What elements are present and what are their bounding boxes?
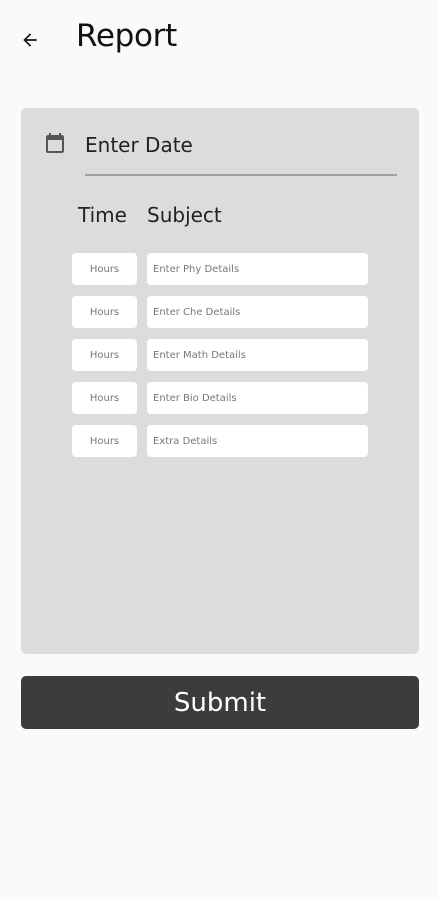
biology-details-input[interactable] [147, 382, 368, 414]
date-input[interactable] [85, 122, 397, 176]
chemistry-details-input[interactable] [147, 296, 368, 328]
subject-row-chemistry [72, 296, 368, 328]
biology-hours-input[interactable] [72, 382, 137, 414]
subject-column-header: Subject [147, 203, 222, 227]
report-form-card: Time Subject [21, 108, 419, 654]
subject-row-physics [72, 253, 368, 285]
math-hours-input[interactable] [72, 339, 137, 371]
chemistry-hours-input[interactable] [72, 296, 137, 328]
time-column-header: Time [78, 203, 127, 227]
page-title: Report [76, 18, 177, 54]
physics-hours-input[interactable] [72, 253, 137, 285]
submit-button[interactable]: Submit [21, 676, 419, 729]
calendar-icon[interactable] [43, 131, 67, 155]
subject-row-extra [72, 425, 368, 457]
math-details-input[interactable] [147, 339, 368, 371]
arrow-left-icon [23, 33, 37, 47]
back-button[interactable] [14, 24, 46, 56]
physics-details-input[interactable] [147, 253, 368, 285]
subject-row-math [72, 339, 368, 371]
top-app-bar: Report [0, 0, 439, 80]
subject-row-biology [72, 382, 368, 414]
extra-details-input[interactable] [147, 425, 368, 457]
extra-hours-input[interactable] [72, 425, 137, 457]
subject-rows [72, 253, 368, 468]
